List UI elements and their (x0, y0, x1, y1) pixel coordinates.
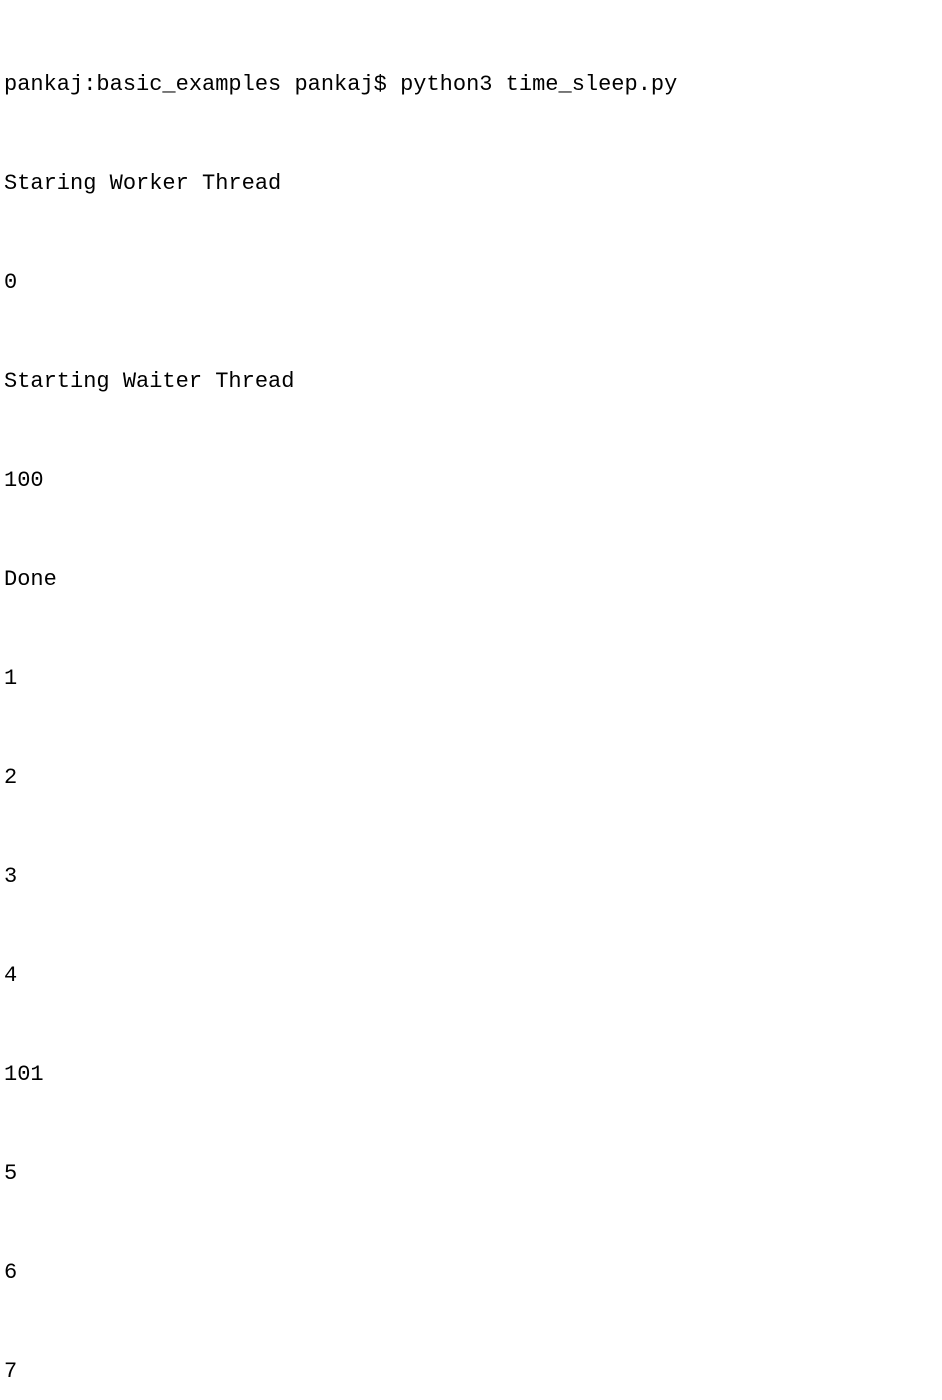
terminal-output[interactable]: pankaj:basic_examples pankaj$ python3 ti… (4, 2, 938, 1400)
terminal-line: 100 (4, 464, 938, 497)
terminal-line: Done (4, 563, 938, 596)
terminal-line: 2 (4, 761, 938, 794)
terminal-line: 1 (4, 662, 938, 695)
terminal-line: 5 (4, 1157, 938, 1190)
terminal-line: 7 (4, 1355, 938, 1388)
terminal-line: 0 (4, 266, 938, 299)
terminal-line: 101 (4, 1058, 938, 1091)
terminal-line: 3 (4, 860, 938, 893)
terminal-line: Starting Waiter Thread (4, 365, 938, 398)
terminal-line: 6 (4, 1256, 938, 1289)
terminal-line: Staring Worker Thread (4, 167, 938, 200)
terminal-line: pankaj:basic_examples pankaj$ python3 ti… (4, 68, 938, 101)
terminal-line: 4 (4, 959, 938, 992)
